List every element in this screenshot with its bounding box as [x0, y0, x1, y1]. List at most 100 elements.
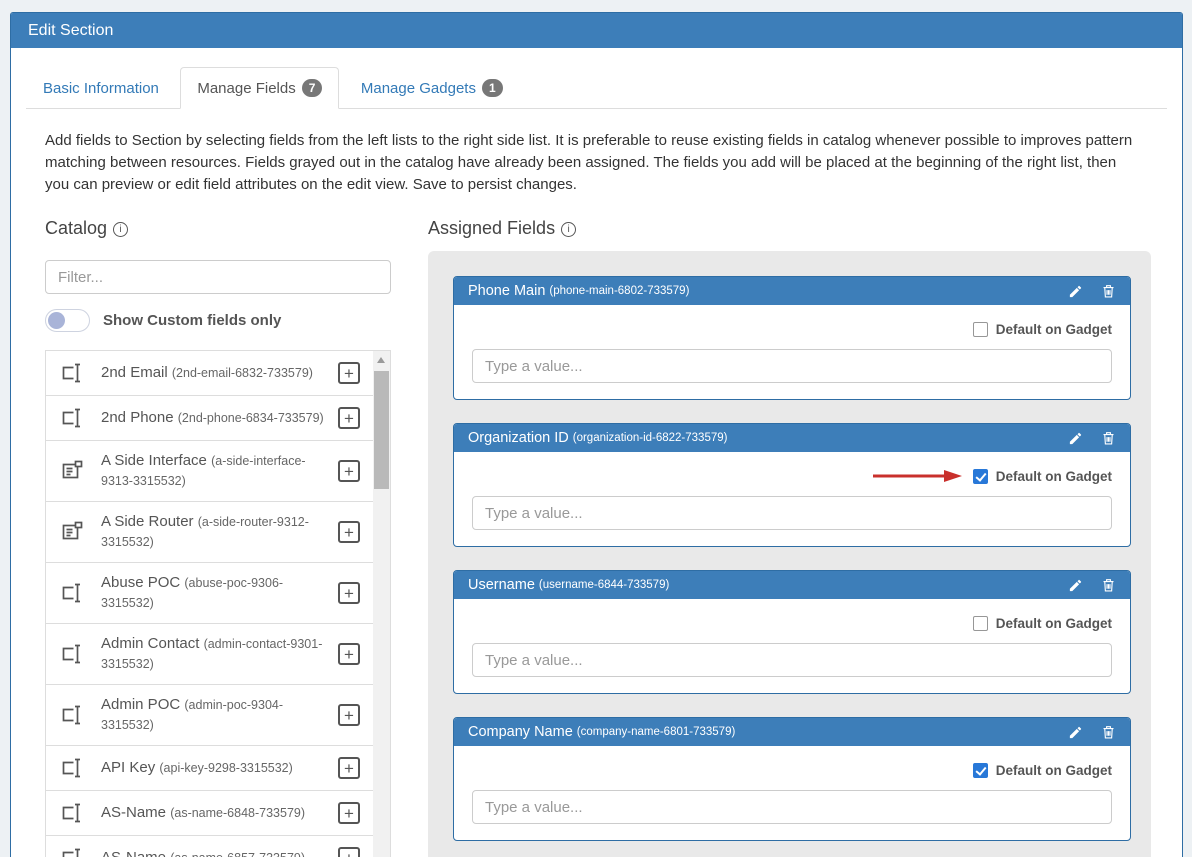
assigned-field-card: Company Name (company-name-6801-733579) …	[453, 717, 1131, 841]
assigned-field-card-header: Phone Main (phone-main-6802-733579)	[454, 277, 1130, 305]
tab-label: Basic Information	[43, 80, 159, 97]
scrollbar-thumb[interactable]	[374, 371, 389, 489]
scroll-up-arrow-icon[interactable]	[377, 357, 385, 363]
default-on-gadget-checkbox[interactable]	[973, 763, 988, 778]
catalog-item-name: 2nd Phone	[101, 409, 174, 426]
edit-field-icon[interactable]	[1068, 578, 1083, 593]
add-field-button[interactable]	[338, 802, 360, 824]
catalog-item[interactable]: 2nd Phone (2nd-phone-6834-733579)	[46, 396, 373, 441]
list-field-icon	[60, 459, 84, 483]
add-field-button[interactable]	[338, 847, 360, 857]
catalog-item-name: A Side Router	[101, 513, 194, 530]
panel-body: Basic Information Manage Fields7 Manage …	[11, 48, 1182, 857]
edit-field-icon[interactable]	[1068, 725, 1083, 740]
add-field-button[interactable]	[338, 521, 360, 543]
assigned-field-name: Company Name	[468, 724, 573, 740]
edit-field-icon[interactable]	[1068, 284, 1083, 299]
catalog-item-id: (as-name-6848-733579)	[170, 806, 305, 820]
tab-manage-fields[interactable]: Manage Fields7	[180, 67, 339, 109]
catalog-item-name: API Key	[101, 759, 155, 776]
card-header-actions	[1068, 724, 1116, 740]
catalog-item[interactable]: A Side Router (a-side-router-9312-331553…	[46, 502, 373, 563]
catalog-items: 2nd Email (2nd-email-6832-733579) 2nd Ph…	[46, 351, 373, 857]
default-on-gadget-checkbox[interactable]	[973, 322, 988, 337]
assigned-field-name: Phone Main	[468, 283, 545, 299]
add-field-button[interactable]	[338, 407, 360, 429]
catalog-column: Catalog Show Custom fields only 2nd Emai…	[45, 218, 391, 857]
assigned-field-card-header: Organization ID (organization-id-6822-73…	[454, 424, 1130, 452]
default-on-gadget-row: Default on Gadget	[472, 760, 1112, 780]
assigned-field-card-header: Company Name (company-name-6801-733579)	[454, 718, 1130, 746]
assigned-field-id: (company-name-6801-733579)	[577, 726, 736, 738]
assigned-field-card: Username (username-6844-733579) Default …	[453, 570, 1131, 694]
assigned-field-card-body: Default on Gadget	[454, 599, 1130, 693]
field-value-input[interactable]	[472, 643, 1112, 677]
assigned-field-name: Username	[468, 577, 535, 593]
catalog-item-name: Admin Contact	[101, 635, 199, 652]
catalog-item[interactable]: Admin Contact (admin-contact-9301-331553…	[46, 624, 373, 685]
delete-field-icon[interactable]	[1101, 430, 1116, 446]
delete-field-icon[interactable]	[1101, 577, 1116, 593]
catalog-item[interactable]: Admin POC (admin-poc-9304-3315532)	[46, 685, 373, 746]
catalog-item-name: AS-Name	[101, 804, 166, 821]
assigned-fields-column: Assigned Fields Phone Main (phone-main-6…	[428, 218, 1151, 857]
default-on-gadget-label: Default on Gadget	[996, 322, 1112, 337]
field-value-input[interactable]	[472, 496, 1112, 530]
list-field-icon	[60, 520, 84, 544]
show-custom-fields-toggle[interactable]	[45, 309, 90, 332]
filter-input[interactable]	[45, 260, 391, 294]
toggle-row: Show Custom fields only	[45, 308, 391, 332]
catalog-item[interactable]: 2nd Email (2nd-email-6832-733579)	[46, 351, 373, 396]
add-field-button[interactable]	[338, 362, 360, 384]
default-on-gadget-row: Default on Gadget	[472, 466, 1112, 486]
info-icon[interactable]	[113, 222, 128, 237]
panel-title: Edit Section	[11, 13, 1182, 48]
add-field-button[interactable]	[338, 582, 360, 604]
text-field-icon	[60, 406, 84, 430]
text-field-icon	[60, 801, 84, 825]
catalog-item[interactable]: AS-Name (as-name-6848-733579)	[46, 791, 373, 836]
assigned-field-id: (username-6844-733579)	[539, 579, 669, 591]
assigned-field-card-body: Default on Gadget	[454, 305, 1130, 399]
assigned-fields-panel: Phone Main (phone-main-6802-733579) Defa…	[428, 251, 1151, 857]
field-value-input[interactable]	[472, 349, 1112, 383]
assigned-fields-title-text: Assigned Fields	[428, 218, 555, 238]
catalog-scrollbar[interactable]	[373, 351, 390, 857]
assigned-field-card-body: Default on Gadget	[454, 746, 1130, 840]
add-field-button[interactable]	[338, 704, 360, 726]
text-field-icon	[60, 846, 84, 857]
delete-field-icon[interactable]	[1101, 283, 1116, 299]
add-field-button[interactable]	[338, 757, 360, 779]
default-on-gadget-row: Default on Gadget	[472, 613, 1112, 633]
toggle-knob	[48, 312, 65, 329]
catalog-item-id: (as-name-6857-733579)	[170, 851, 305, 857]
tab-basic-information[interactable]: Basic Information	[26, 68, 176, 109]
tab-bar: Basic Information Manage Fields7 Manage …	[26, 66, 1167, 109]
card-header-actions	[1068, 430, 1116, 446]
catalog-item[interactable]: Abuse POC (abuse-poc-9306-3315532)	[46, 563, 373, 624]
default-on-gadget-label: Default on Gadget	[996, 616, 1112, 631]
catalog-item[interactable]: AS-Name (as-name-6857-733579)	[46, 836, 373, 857]
catalog-item[interactable]: A Side Interface (a-side-interface-9313-…	[46, 441, 373, 502]
catalog-item-name: 2nd Email	[101, 364, 168, 381]
default-on-gadget-checkbox[interactable]	[973, 616, 988, 631]
add-field-button[interactable]	[338, 460, 360, 482]
assigned-field-card-body: Default on Gadget	[454, 452, 1130, 546]
field-value-input[interactable]	[472, 790, 1112, 824]
tab-manage-gadgets[interactable]: Manage Gadgets1	[344, 67, 520, 109]
default-on-gadget-label: Default on Gadget	[996, 469, 1112, 484]
catalog-item[interactable]: API Key (api-key-9298-3315532)	[46, 746, 373, 791]
assigned-field-id: (organization-id-6822-733579)	[573, 432, 728, 444]
catalog-item-id: (2nd-email-6832-733579)	[172, 366, 313, 380]
assigned-field-id: (phone-main-6802-733579)	[549, 285, 689, 297]
assigned-field-name: Organization ID	[468, 430, 569, 446]
delete-field-icon[interactable]	[1101, 724, 1116, 740]
add-field-button[interactable]	[338, 643, 360, 665]
default-on-gadget-checkbox[interactable]	[973, 469, 988, 484]
info-icon[interactable]	[561, 222, 576, 237]
assigned-field-card-header: Username (username-6844-733579)	[454, 571, 1130, 599]
catalog-item-name: AS-Name	[101, 849, 166, 857]
text-field-icon	[60, 642, 84, 666]
catalog-item-name: Admin POC	[101, 696, 180, 713]
edit-field-icon[interactable]	[1068, 431, 1083, 446]
